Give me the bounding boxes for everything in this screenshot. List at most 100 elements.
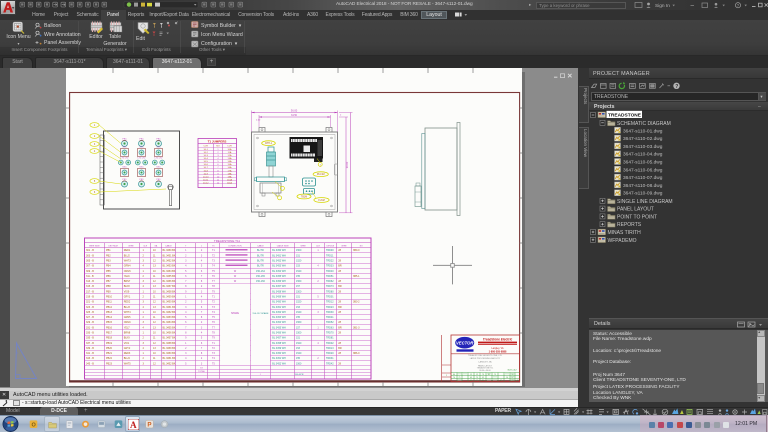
svg-text:323 - B: 323 - B <box>86 306 94 309</box>
svg-text:3B5-1: 3B5-1 <box>353 275 360 278</box>
svg-text:PB8: PB8 <box>106 285 111 288</box>
svg-text:BL 3455 BK: BL 3455 BK <box>162 275 175 278</box>
svg-text:BL 3458 BK: BL 3458 BK <box>162 342 175 345</box>
svg-text:BL 3450 WH: BL 3450 WH <box>272 249 286 252</box>
svg-text:PB9: PB9 <box>106 290 111 293</box>
svg-text:BL/TR: BL/TR <box>257 265 264 268</box>
svg-text:1540: 1540 <box>296 352 302 355</box>
svg-text:PB20: PB20 <box>106 347 113 350</box>
svg-text:TRD80: TRD80 <box>326 290 334 293</box>
svg-text:3647-s110-05.dwg: 3647-s110-05.dwg <box>623 160 663 166</box>
svg-text:BL 3450 WH: BL 3450 WH <box>272 301 286 304</box>
svg-text:3647-s110-04.dwg: 3647-s110-04.dwg <box>623 152 663 158</box>
svg-text:PLC1M: PLC1M <box>316 174 324 176</box>
svg-text:VECTOR: VECTOR <box>456 341 473 346</box>
svg-text:151: 151 <box>296 337 301 340</box>
svg-text:PB22: PB22 <box>106 357 113 360</box>
svg-text:PB14: PB14 <box>106 316 113 319</box>
svg-text:BL 3450 BK: BL 3450 BK <box>162 249 175 252</box>
svg-text:10-9: 10-9 <box>203 173 208 175</box>
svg-text:1: 1 <box>445 375 446 377</box>
svg-text:LT1 LT2: LT1 LT2 <box>120 158 129 160</box>
svg-text:BL 3452 BK: BL 3452 BK <box>162 362 175 365</box>
svg-text:12: 12 <box>476 374 478 376</box>
svg-text:YEL6: YEL6 <box>123 275 130 278</box>
svg-text:3B1-3: 3B1-3 <box>353 326 360 329</box>
svg-text:337 - B: 337 - B <box>86 342 94 345</box>
svg-text:1-800-555-8888: 1-800-555-8888 <box>488 351 506 354</box>
svg-text:3647-s110-06.dwg: 3647-s110-06.dwg <box>623 167 663 173</box>
svg-text:GRY1: GRY1 <box>123 295 130 298</box>
svg-text:81: 81 <box>488 374 490 376</box>
svg-text:TB1M: TB1M <box>300 197 306 199</box>
svg-text:12: 12 <box>470 374 472 376</box>
svg-text:12A: 12A <box>227 154 231 157</box>
svg-text:331 - B: 331 - B <box>86 326 94 329</box>
svg-text:BL 3451 WH: BL 3451 WH <box>272 357 286 360</box>
svg-text:TREADSTONE T11: TREADSTONE T11 <box>213 239 240 243</box>
svg-text:TRD22: TRD22 <box>326 259 334 262</box>
svg-text:153: 153 <box>296 265 301 268</box>
svg-text:GRN5: GRN5 <box>123 316 130 319</box>
svg-text:303 - B: 303 - B <box>86 254 94 257</box>
svg-text:155: 155 <box>296 357 301 360</box>
svg-text:P: P <box>147 421 151 428</box>
svg-text:BL 3455 WH: BL 3455 WH <box>272 326 286 329</box>
svg-text:BL 3454 WH: BL 3454 WH <box>272 270 286 273</box>
svg-text:NO: NO <box>216 146 220 148</box>
svg-text:BL 3457 BK: BL 3457 BK <box>162 285 175 288</box>
svg-text:TRD63: TRD63 <box>326 326 334 329</box>
svg-text:315 - B: 315 - B <box>86 285 94 288</box>
svg-text:PB3: PB3 <box>106 259 111 262</box>
svg-text:TRD12: TRD12 <box>326 301 334 304</box>
svg-text:LANGLEY, VA: LANGLEY, VA <box>478 360 492 363</box>
svg-text:10-6: 10-6 <box>203 164 208 166</box>
svg-text:BL 3459 WH: BL 3459 WH <box>272 347 286 350</box>
svg-text:BL 3456 BK: BL 3456 BK <box>162 331 175 334</box>
svg-text:12: 12 <box>476 380 478 382</box>
svg-text:3647-s110-02.dwg: 3647-s110-02.dwg <box>623 136 663 142</box>
svg-text:10-11: 10-11 <box>202 180 208 182</box>
svg-text:RED2: RED2 <box>123 301 130 304</box>
svg-text:3647-s112: 3647-s112 <box>507 370 517 372</box>
svg-text:TRD81: TRD81 <box>326 337 334 340</box>
svg-text:CLR: CLR <box>315 245 320 247</box>
svg-text:28: 28 <box>516 380 518 382</box>
svg-text:157: 157 <box>296 326 301 329</box>
svg-text:RED3: RED3 <box>123 352 130 355</box>
svg-text:PB5: PB5 <box>106 270 111 273</box>
svg-text:TRD20: TRD20 <box>326 352 334 355</box>
svg-text:NO: NO <box>359 245 362 247</box>
svg-text:150-SPR: 150-SPR <box>294 374 303 376</box>
svg-text:311 - B: 311 - B <box>86 275 94 278</box>
svg-text:3647-s110-08.dwg: 3647-s110-08.dwg <box>623 183 663 189</box>
svg-text:TRD41: TRD41 <box>326 316 334 319</box>
svg-text:BL 3452 WH: BL 3452 WH <box>272 362 286 365</box>
svg-text:335 - B: 335 - B <box>86 337 94 340</box>
svg-text:Treadstone Electric: Treadstone Electric <box>482 337 512 341</box>
svg-text:PANEL LAYOUT: PANEL LAYOUT <box>617 207 654 213</box>
svg-text:PB16: PB16 <box>106 326 113 329</box>
svg-text:17A: 17A <box>227 169 231 172</box>
svg-text:307 - B: 307 - B <box>86 265 94 268</box>
svg-text:BR: BR <box>338 285 342 288</box>
svg-text:CPTL1: CPTL1 <box>264 143 272 145</box>
svg-text:MINAS TIRITH: MINAS TIRITH <box>608 230 642 236</box>
svg-text:150-157-SPARE: 150-157-SPARE <box>252 312 269 315</box>
svg-text:TRD01: TRD01 <box>326 295 334 298</box>
svg-text:10: 10 <box>506 377 508 379</box>
svg-text:BL/TR: BL/TR <box>257 254 264 257</box>
svg-text:BR: BR <box>338 326 342 329</box>
svg-text:19A: 19A <box>227 175 231 178</box>
svg-text:151: 151 <box>296 254 301 257</box>
svg-text:64: 64 <box>470 380 472 382</box>
svg-text:BL 3453 BK: BL 3453 BK <box>162 316 175 319</box>
svg-text:71: 71 <box>458 377 460 379</box>
svg-text:PB19: PB19 <box>106 342 113 345</box>
svg-text:1500: 1500 <box>296 249 302 252</box>
svg-text:PB7: PB7 <box>106 280 111 283</box>
svg-text:ORG5: ORG5 <box>123 270 131 273</box>
svg-text:22: 22 <box>511 380 513 382</box>
svg-text:3647-s110-09.dwg: 3647-s110-09.dwg <box>623 191 663 197</box>
svg-text:34.50: 34.50 <box>291 114 298 117</box>
